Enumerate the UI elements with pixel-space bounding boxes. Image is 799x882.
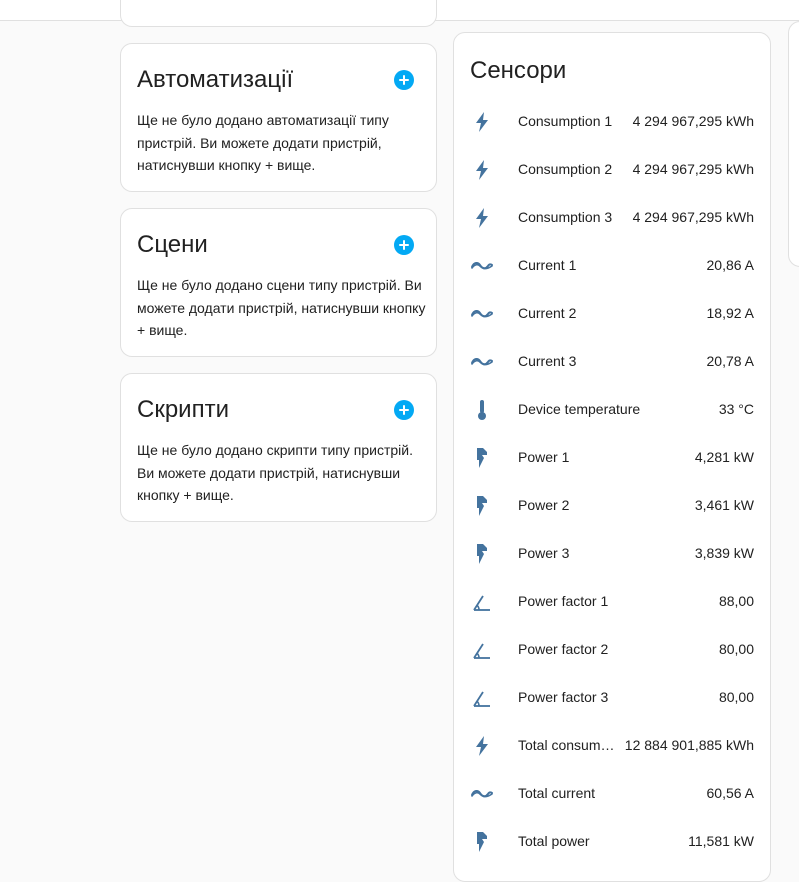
angle-acute-icon xyxy=(470,590,494,614)
sensor-name: Device temperature xyxy=(518,401,641,417)
sensor-value: 11,581 kW xyxy=(688,833,754,849)
sensor-value: 60,56 A xyxy=(706,785,755,801)
sensor-name: Power factor 3 xyxy=(518,689,609,705)
sensor-value: 33 °C xyxy=(718,401,754,417)
flash-icon xyxy=(470,110,494,134)
add-automation-button[interactable] xyxy=(394,70,414,90)
add-scene-button[interactable] xyxy=(394,235,414,255)
sensor-value: 4,281 kW xyxy=(694,449,754,465)
sensor-row[interactable]: Total current 60,56 A xyxy=(454,770,770,818)
sensor-value: 3,839 kW xyxy=(694,545,754,561)
sensor-row[interactable]: Total consumption 12 884 901,885 kWh xyxy=(454,722,770,770)
scripts-title: Скрипти xyxy=(137,396,229,423)
sensor-value: 80,00 xyxy=(718,689,754,705)
sensor-name: Power 3 xyxy=(518,545,570,561)
sensor-value: 20,86 A xyxy=(706,257,755,273)
thermometer-icon xyxy=(470,398,494,422)
sensor-name: Power 1 xyxy=(518,449,570,465)
flash-icon xyxy=(470,158,494,182)
sensor-name: Total consumption xyxy=(518,737,616,753)
sensor-name: Total power xyxy=(518,833,590,849)
current-ac-icon xyxy=(470,350,494,374)
sensor-name: Consumption 1 xyxy=(518,113,613,129)
sensor-name: Power factor 1 xyxy=(518,593,609,609)
sensor-name: Total current xyxy=(518,785,596,801)
automations-empty-text: Ще не було додано автоматизації типу при… xyxy=(137,112,389,173)
angle-acute-icon xyxy=(470,638,494,662)
sensor-row[interactable]: Power 2 3,461 kW xyxy=(454,482,770,530)
sensor-row[interactable]: Power factor 1 88,00 xyxy=(454,578,770,626)
automations-title: Автоматизації xyxy=(137,66,294,93)
sensor-row[interactable]: Power factor 3 80,00 xyxy=(454,674,770,722)
scenes-card: Сцени Ще не було додано сцени типу прист… xyxy=(120,208,437,357)
flash-icon xyxy=(470,734,494,758)
sensor-row[interactable]: Current 1 20,86 A xyxy=(454,242,770,290)
power-flash-icon xyxy=(470,542,494,566)
sensor-value: 4 294 967,295 kWh xyxy=(632,161,754,177)
automations-card: Автоматизації Ще не було додано автомати… xyxy=(120,43,437,192)
sensor-row[interactable]: Current 3 20,78 A xyxy=(454,338,770,386)
sensor-value: 18,92 A xyxy=(706,305,755,321)
previous-card-partial xyxy=(120,0,437,27)
sensor-row[interactable]: Total power 11,581 kW xyxy=(454,818,770,866)
add-script-button[interactable] xyxy=(394,400,414,420)
angle-acute-icon xyxy=(470,686,494,710)
sensor-row[interactable]: Consumption 2 4 294 967,295 kWh xyxy=(454,146,770,194)
flash-icon xyxy=(470,206,494,230)
power-flash-icon xyxy=(470,830,494,854)
sensor-row[interactable]: Power 1 4,281 kW xyxy=(454,434,770,482)
sensor-row[interactable]: Power factor 2 80,00 xyxy=(454,626,770,674)
sensor-value: 4 294 967,295 kWh xyxy=(632,209,754,225)
sensors-title: Сенсори xyxy=(470,57,567,84)
sensor-name: Consumption 3 xyxy=(518,209,613,225)
sensor-name: Current 2 xyxy=(518,305,577,321)
sensor-value: 80,00 xyxy=(718,641,754,657)
sensor-value: 88,00 xyxy=(718,593,754,609)
current-ac-icon xyxy=(470,302,494,326)
sensor-name: Current 1 xyxy=(518,257,577,273)
sensor-row[interactable]: Power 3 3,839 kW xyxy=(454,530,770,578)
sensor-name: Consumption 2 xyxy=(518,161,613,177)
sensor-value: 12 884 901,885 kWh xyxy=(624,737,754,753)
sensor-row[interactable]: Consumption 1 4 294 967,295 kWh xyxy=(454,98,770,146)
current-ac-icon xyxy=(470,254,494,278)
power-flash-icon xyxy=(470,494,494,518)
sensor-name: Power 2 xyxy=(518,497,570,513)
scenes-title: Сцени xyxy=(137,231,208,258)
sensor-value: 20,78 A xyxy=(706,353,755,369)
current-ac-icon xyxy=(470,782,494,806)
sensor-row[interactable]: Current 2 18,92 A xyxy=(454,290,770,338)
sensor-name: Current 3 xyxy=(518,353,577,369)
scripts-card: Скрипти Ще не було додано скрипти типу п… xyxy=(120,373,437,522)
sensors-card: Сенсори Consumption 14 294 967,295 kWh Co… xyxy=(453,32,771,882)
sensor-value: 3,461 kW xyxy=(694,497,754,513)
scenes-empty-text: Ще не було додано сцени типу пристрій. В… xyxy=(137,277,426,338)
sensor-value: 4 294 967,295 kWh xyxy=(632,113,754,129)
sensor-row[interactable]: Device temperature 33 °C xyxy=(454,386,770,434)
sensor-row[interactable]: Consumption 3 4 294 967,295 kWh xyxy=(454,194,770,242)
scripts-empty-text: Ще не було додано скрипти типу пристрій.… xyxy=(137,442,413,503)
power-flash-icon xyxy=(470,446,494,470)
side-card-partial xyxy=(788,21,799,267)
sensor-name: Power factor 2 xyxy=(518,641,609,657)
